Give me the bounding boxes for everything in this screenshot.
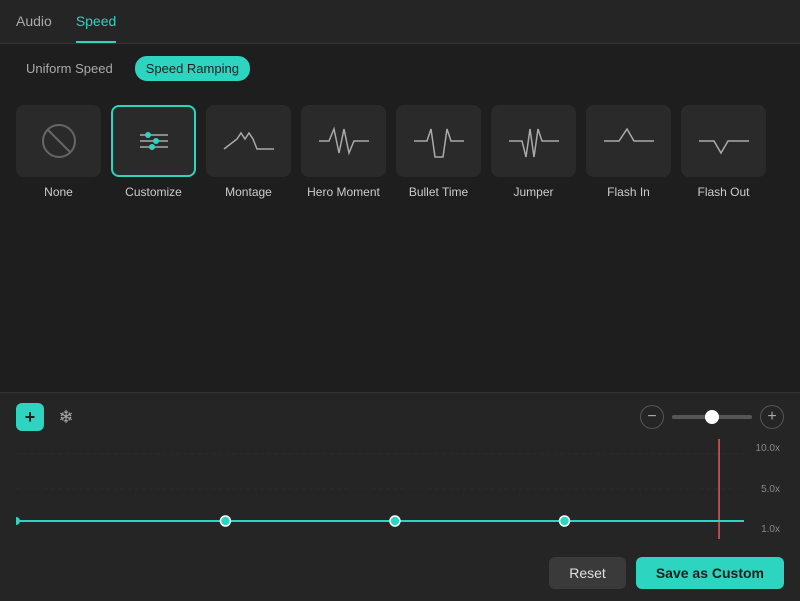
preset-bullet[interactable]: Bullet Time: [396, 105, 481, 201]
zoom-out-button[interactable]: −: [640, 405, 664, 429]
add-keyframe-button[interactable]: +: [16, 403, 44, 431]
subtab-ramping[interactable]: Speed Ramping: [135, 56, 250, 81]
graph-label-10x: 10.0x: [746, 443, 784, 454]
preset-customize[interactable]: Customize: [111, 105, 196, 201]
preset-none[interactable]: None: [16, 105, 101, 201]
timeline-area: + ❄ − +: [0, 392, 800, 547]
preset-jumper-label: Jumper: [513, 185, 553, 201]
preset-hero-box: [301, 105, 386, 177]
graph-label-1x: 1.0x: [746, 524, 784, 535]
tab-audio[interactable]: Audio: [16, 1, 52, 43]
preset-montage-box: [206, 105, 291, 177]
timeline-controls: + ❄ − +: [16, 403, 784, 431]
bottom-bar: Reset Save as Custom: [0, 547, 800, 601]
tabs-bar: Audio Speed: [0, 0, 800, 44]
zoom-slider[interactable]: [672, 415, 752, 419]
preset-flash-in-label: Flash In: [607, 185, 650, 201]
preset-bullet-label: Bullet Time: [409, 185, 468, 201]
graph-area: 10.0x 5.0x 1.0x: [16, 439, 784, 539]
preset-flash-in[interactable]: Flash In: [586, 105, 671, 201]
preset-flash-out-label: Flash Out: [697, 185, 749, 201]
preset-flash-out[interactable]: Flash Out: [681, 105, 766, 201]
graph-label-5x: 5.0x: [746, 484, 784, 495]
preset-jumper-box: [491, 105, 576, 177]
preset-montage[interactable]: Montage: [206, 105, 291, 201]
preset-flash-in-box: [586, 105, 671, 177]
preset-customize-box: [111, 105, 196, 177]
presets-area: None Customize Mo: [0, 93, 800, 209]
save-custom-button[interactable]: Save as Custom: [636, 557, 784, 589]
main-container: Audio Speed Uniform Speed Speed Ramping …: [0, 0, 800, 601]
sub-tabs-bar: Uniform Speed Speed Ramping: [0, 44, 800, 93]
preset-customize-label: Customize: [125, 185, 182, 201]
middle-area: [0, 209, 800, 392]
preset-hero[interactable]: Hero Moment: [301, 105, 386, 201]
preset-jumper[interactable]: Jumper: [491, 105, 576, 201]
preset-flash-out-box: [681, 105, 766, 177]
preset-none-box: [16, 105, 101, 177]
tab-speed[interactable]: Speed: [76, 1, 116, 43]
preset-bullet-box: [396, 105, 481, 177]
freeze-button[interactable]: ❄: [52, 403, 80, 431]
graph-labels: 10.0x 5.0x 1.0x: [746, 439, 784, 539]
zoom-in-button[interactable]: +: [760, 405, 784, 429]
preset-none-label: None: [44, 185, 73, 201]
preset-montage-label: Montage: [225, 185, 272, 201]
preset-hero-label: Hero Moment: [307, 185, 380, 201]
reset-button[interactable]: Reset: [549, 557, 626, 589]
speed-graph[interactable]: [16, 439, 744, 539]
subtab-uniform[interactable]: Uniform Speed: [16, 57, 123, 80]
